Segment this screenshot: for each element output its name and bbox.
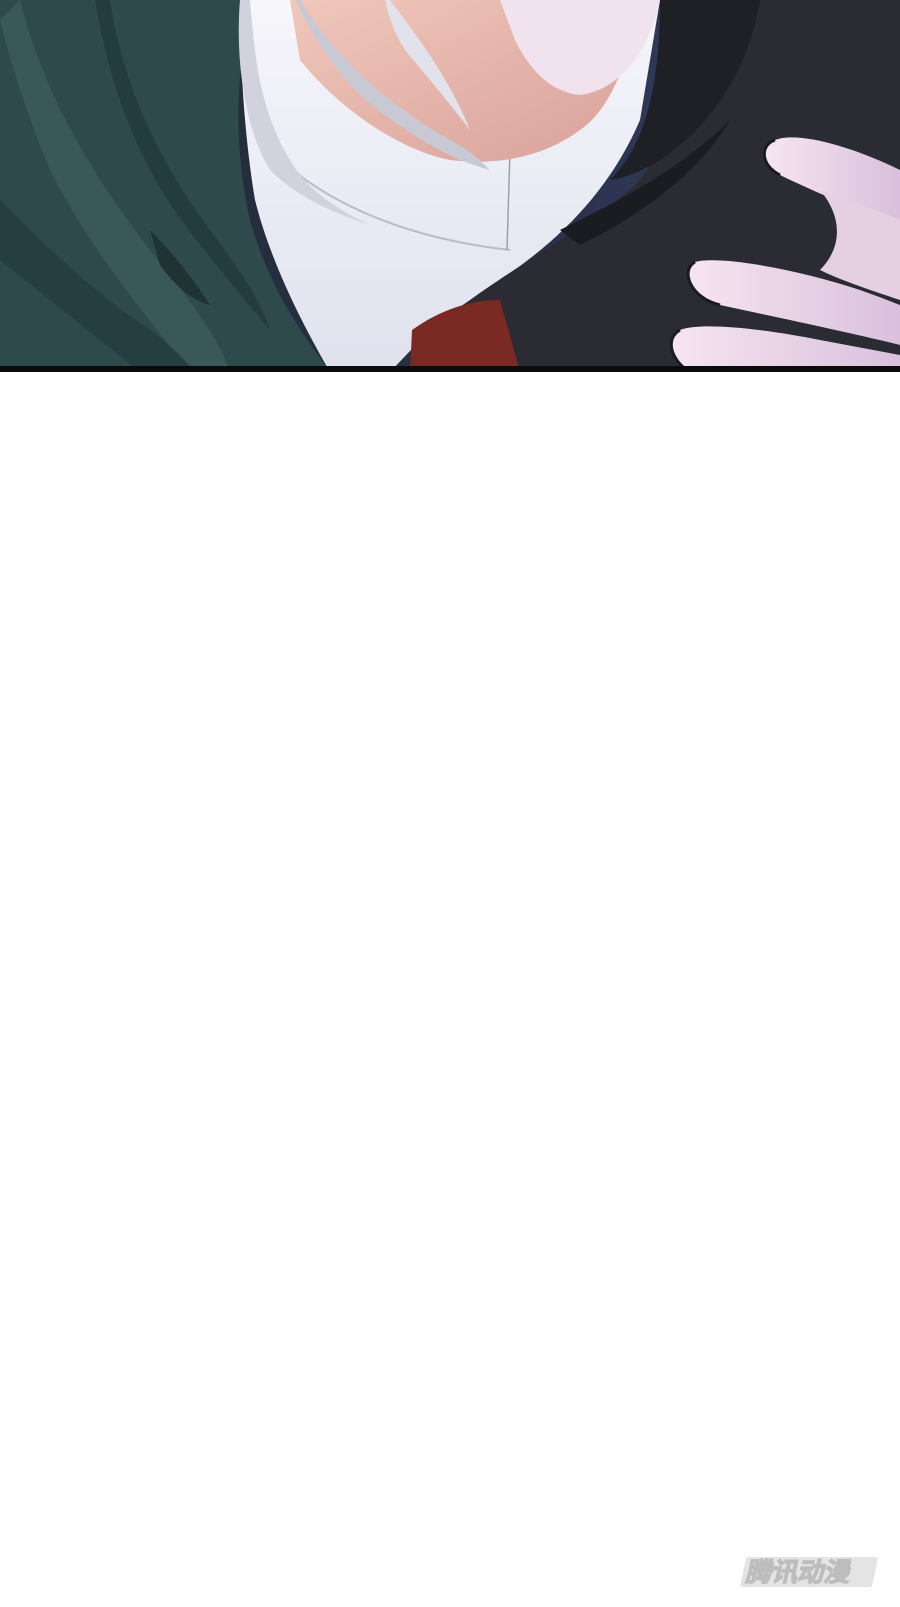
blank-gutter <box>0 376 900 1607</box>
comic-page: 腾讯动漫 <box>0 0 900 1607</box>
watermark-text: 腾讯动漫 <box>744 1558 855 1588</box>
panel-border <box>0 366 900 372</box>
panel-illustration <box>0 0 900 372</box>
watermark-logo: 腾讯动漫 <box>736 1549 886 1593</box>
watermark-svg: 腾讯动漫 <box>740 1557 878 1589</box>
comic-panel <box>0 0 900 372</box>
